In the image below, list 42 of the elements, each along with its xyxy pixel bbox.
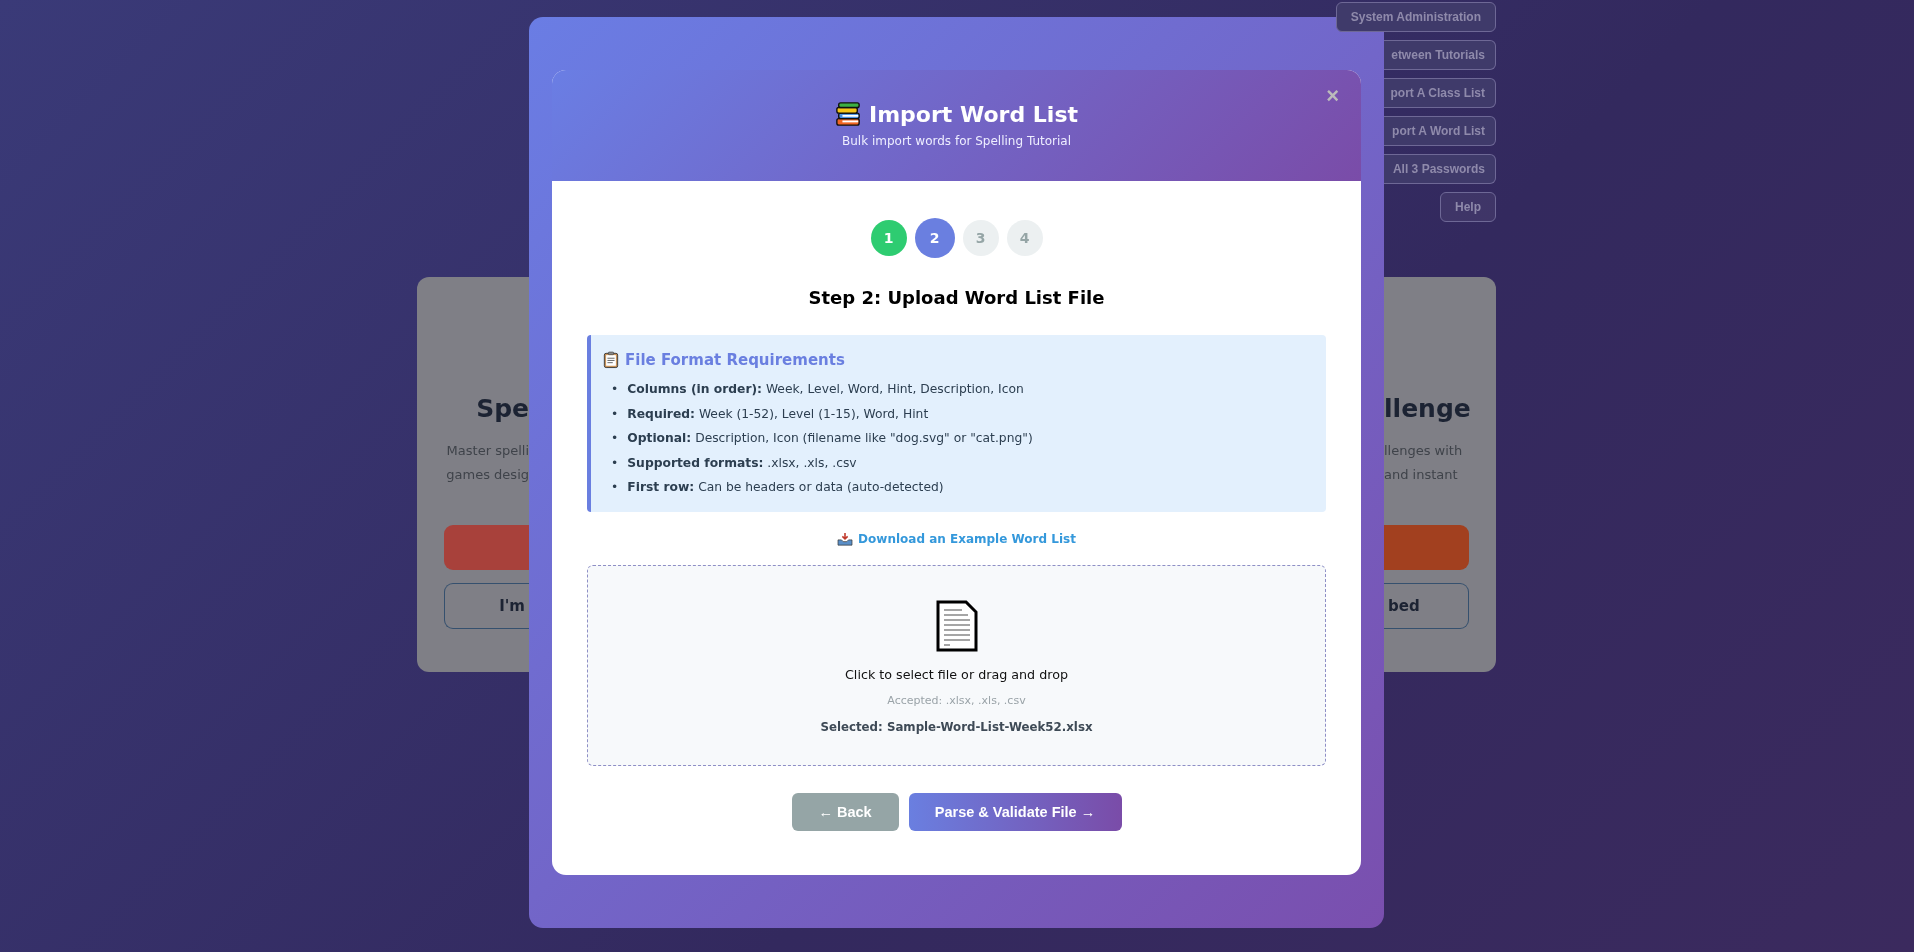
selected-file: Selected: Sample-Word-List-Week52.xlsx: [820, 719, 1093, 734]
step-indicator: 3: [962, 220, 999, 256]
step-indicator: 1: [870, 220, 907, 256]
step-title: Step 2: Upload Word List File: [808, 287, 1105, 308]
list-bullet: •: [611, 405, 619, 423]
modal-title: Import Word List: [869, 101, 1078, 127]
requirements-title: File Format Requirements: [625, 351, 845, 369]
card-title: llenge: [1384, 393, 1471, 425]
card-primary-button[interactable]: [1384, 525, 1469, 570]
list-bullet: •: [611, 454, 619, 472]
books-icon: [835, 101, 861, 127]
step-indicator: 4: [1006, 220, 1043, 256]
card-description: llenges with and instant: [1384, 442, 1463, 484]
nav-button[interactable]: port A Class List: [1384, 78, 1496, 108]
document-icon: [935, 599, 978, 652]
card-title: Spe: [476, 393, 529, 425]
card-description: Master spelli games desig: [446, 442, 529, 484]
inbox-tray-icon: [837, 531, 854, 546]
clipboard-icon: [603, 351, 619, 369]
nav-button[interactable]: etween Tutorials: [1384, 40, 1496, 70]
list-bullet: •: [611, 430, 619, 447]
requirement-item: Optional: Description, Icon (filename like "dog.svg" or "cat.png"): [627, 430, 1033, 447]
nav-button[interactable]: port A Word List: [1384, 116, 1496, 146]
accepted-formats: Accepted: .xlsx, .xls, .csv: [887, 693, 1026, 707]
download-link[interactable]: Download an Example Word List: [858, 531, 1076, 546]
list-bullet: •: [611, 381, 619, 398]
nav-button[interactable]: All 3 Passwords: [1384, 154, 1496, 184]
back-button[interactable]: ← Back: [791, 792, 899, 831]
nav-button[interactable]: Help: [1440, 192, 1496, 222]
drop-prompt: Click to select file or drag and drop: [845, 666, 1068, 682]
list-bullet: •: [611, 479, 619, 496]
requirement-item: Columns (in order): Week, Level, Word, Hint, Description, Icon: [627, 381, 1024, 398]
close-button[interactable]: ×: [1322, 84, 1343, 108]
requirement-item: First row: Can be headers or data (auto-detected): [627, 479, 944, 496]
requirement-item: Required: Week (1-52), Level (1-15), Word, Hint: [627, 405, 929, 423]
requirement-item: Supported formats: .xlsx, .xls, .csv: [627, 454, 857, 472]
parse-button[interactable]: Parse & Validate File →: [908, 792, 1122, 831]
modal-subtitle: Bulk import words for Spelling Tutorial: [842, 134, 1071, 148]
card-primary-button[interactable]: [444, 525, 529, 570]
file-drop-zone[interactable]: Click to select file or drag and drop Accepted: .xlsx, .xls, .csv Selected: Sample-Word-List-Week52.xlsx: [587, 564, 1326, 766]
step-indicator: 2: [914, 218, 955, 258]
nav-button[interactable]: System Administration: [1335, 2, 1496, 32]
